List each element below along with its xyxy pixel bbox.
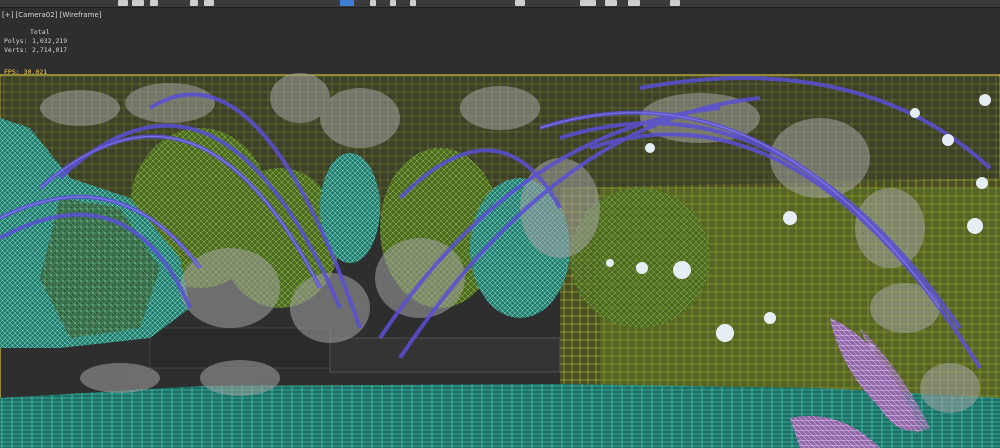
toolbar-button[interactable] [628,0,640,6]
toolbar-button[interactable] [670,0,680,6]
toolbar-button[interactable] [605,0,617,6]
statistics-overlay: Total Polys: 1,032,219 Verts: 2,714,017 [4,28,67,55]
toolbar-button[interactable] [150,0,158,6]
toolbar-button[interactable] [204,0,214,6]
planter-block [329,337,561,373]
polys-label: Polys: [4,37,28,45]
toolbar-button[interactable] [390,0,396,6]
toolbar-button[interactable] [132,0,144,6]
toolbar-button[interactable] [515,0,525,6]
stats-total-label: Total [30,28,50,36]
fps-readout: FPS: 30.021 [4,68,47,76]
fps-value: 30.021 [23,68,48,76]
verts-label: Verts: [4,46,28,54]
3ds-max-window: [+] [Camera02] [Wireframe] Total Polys: … [0,0,1000,448]
wireframe-scene [0,73,1000,448]
toolbar-button[interactable] [190,0,198,6]
viewport-label[interactable]: [+] [Camera02] [Wireframe] [2,11,102,19]
camera-viewport[interactable]: [+] [Camera02] [Wireframe] Total Polys: … [0,8,1000,448]
verts-value: 2,714,017 [32,46,68,54]
select-object-button[interactable] [340,0,354,6]
toolbar-button[interactable] [580,0,596,6]
main-toolbar [0,0,1000,8]
toolbar-button[interactable] [118,0,128,6]
fps-label: FPS: [4,68,20,76]
toolbar-button[interactable] [410,0,416,6]
polys-value: 1,032,219 [32,37,68,45]
toolbar-button[interactable] [370,0,376,6]
